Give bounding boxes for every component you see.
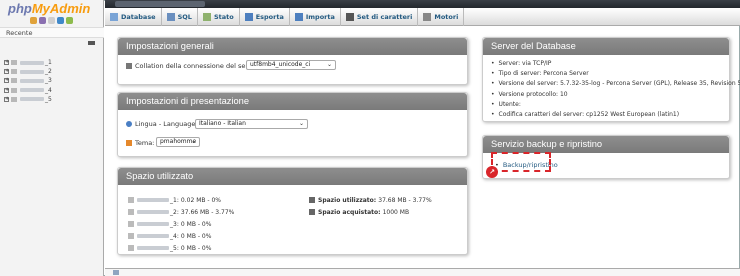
server-breadcrumb[interactable] [115,1,205,7]
language-icon [126,121,132,127]
tree-item[interactable]: + _3 [4,76,52,85]
panel-title: Impostazioni di presentazione [118,93,467,110]
charset-icon [345,13,354,21]
general-settings-panel: Impostazioni generali Collation della co… [117,37,468,85]
collapse-all-icon[interactable] [88,41,95,45]
list-item: Tipo di server: Percona Server [491,70,740,80]
theme-row: Tema: [126,139,154,147]
recent-tables[interactable]: Recente [0,27,104,38]
tab-database[interactable]: Database [105,8,162,26]
tree-item-label: _2 [45,68,52,76]
tree-item[interactable]: + _2 [4,67,52,76]
database-icon [128,233,134,239]
database-tree: + _1 + _2 + _3 + _4 + _5 [4,58,52,104]
phpmyadmin-logo[interactable]: phpMyAdmin [8,1,90,16]
collation-select[interactable]: utf8mb4_unicode_ci ⌄ [246,60,336,70]
tree-item-label: _3 [45,77,52,85]
list-item: Server: via TCP/IP [491,60,740,70]
list-item: Versione protocollo: 10 [491,91,740,101]
status-icon [202,13,211,21]
database-icon [110,13,118,21]
space-db-row: _5: 0 MB - 0% [128,244,211,252]
highlight-box [491,152,551,172]
tree-item-label: _5 [45,95,52,103]
docs-icon[interactable] [57,17,64,24]
server-info-list: Server: via TCP/IP Tipo di server: Perco… [491,60,740,121]
engines-icon [423,13,432,21]
theme-label: Tema: [135,139,155,147]
tree-item-label: _4 [45,86,52,94]
panel-title: Spazio utilizzato [118,168,467,185]
chevron-down-icon: ⌄ [298,120,304,127]
server-breadcrumb-bar [105,0,740,8]
panel-title: Servizio backup e ripristino [483,136,729,153]
list-item: Codifica caratteri del server: cp1252 We… [491,111,740,121]
disk-icon [309,209,315,215]
collation-label: Collation della connessione del server: [135,62,261,70]
help-icon[interactable] [48,17,55,24]
tree-item[interactable]: + _1 [4,58,52,67]
language-label: Lingua - Language [135,120,196,128]
logout-icon[interactable] [39,17,46,24]
space-bought-row: Spazio acquistato: 1000 MB [309,208,409,216]
disk-icon [309,197,315,203]
database-icon [128,221,134,227]
expand-icon[interactable]: + [4,78,9,84]
collation-icon [126,63,132,69]
console-icon[interactable] [113,270,119,275]
list-item: Versione del server: 5.7.32-35-log - Per… [491,80,740,90]
tree-item[interactable]: + _5 [4,95,52,104]
pointer-badge: ↗ [486,166,498,178]
tab-export[interactable]: Esporta [240,8,290,26]
database-icon [11,69,17,75]
expand-icon[interactable]: + [4,96,9,102]
panel-title: Impostazioni generali [118,38,467,55]
import-icon [294,13,303,21]
space-db-row: _4: 0 MB - 0% [128,232,211,240]
database-server-panel: Server del Database Server: via TCP/IP T… [482,37,740,122]
tab-status[interactable]: Stato [198,8,240,26]
database-icon [128,209,134,215]
nav-quick-icons [30,17,73,24]
sql-icon [166,13,175,21]
export-icon [244,13,253,21]
theme-select[interactable]: pmahomme ⌄ [156,137,200,147]
console-bar [105,268,740,276]
tab-sql[interactable]: SQL [162,8,198,26]
tree-item[interactable]: + _4 [4,86,52,95]
database-icon [11,78,17,84]
space-db-row: _1: 0.02 MB - 0% [128,196,221,204]
chevron-down-icon: ⌄ [190,138,196,145]
tab-engines[interactable]: Motori [418,8,465,26]
expand-icon[interactable]: + [4,87,9,93]
main-tabs: Database SQL Stato Esporta Importa Set d… [105,8,740,26]
theme-icon [126,140,132,146]
database-icon [11,60,17,66]
navigation-panel: phpMyAdmin Recente + _1 + _2 + _3 + _4 + _5 [0,0,104,276]
tree-item-label: _1 [45,59,52,67]
database-icon [128,197,134,203]
space-used-panel: Spazio utilizzato _1: 0.02 MB - 0% _2: 3… [117,167,468,255]
panel-title: Server del Database [483,38,729,55]
expand-icon[interactable]: + [4,60,9,66]
database-icon [11,96,17,102]
presentation-settings-panel: Impostazioni di presentazione Lingua - L… [117,92,468,157]
language-select[interactable]: Italiano - Italian ⌄ [195,119,308,129]
space-db-row: _2: 37.66 MB - 3.77% [128,208,234,216]
tab-charsets[interactable]: Set di caratteri [341,8,419,26]
tab-import[interactable]: Importa [290,8,341,26]
chevron-down-icon: ⌄ [326,61,332,68]
database-icon [11,87,17,93]
home-icon[interactable] [30,17,37,24]
database-icon [128,245,134,251]
expand-icon[interactable]: + [4,69,9,75]
settings-icon[interactable] [66,17,73,24]
space-db-row: _3: 0 MB - 0% [128,220,211,228]
list-item: Utente: [491,101,740,111]
space-used-row: Spazio utilizzato: 37.68 MB - 3.77% [309,196,432,204]
